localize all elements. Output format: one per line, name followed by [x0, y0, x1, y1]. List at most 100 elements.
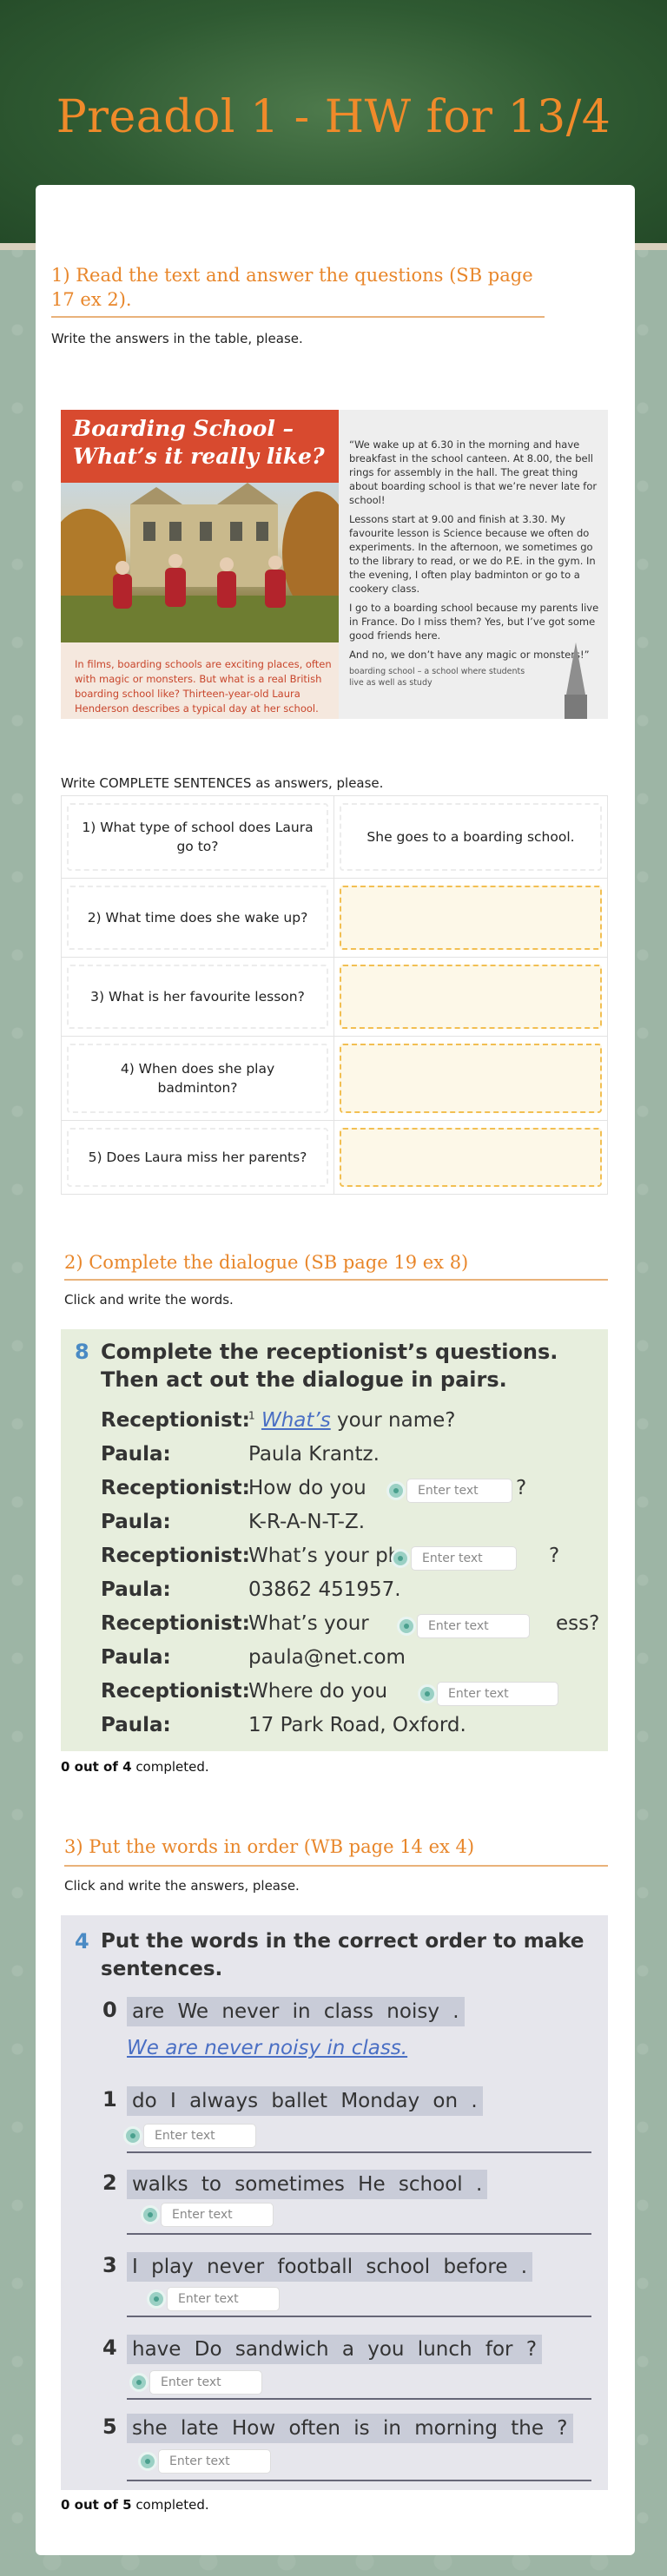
exercise-title-line1: Complete the receptionist’s questions.: [101, 1340, 558, 1364]
speaker-label: Receptionist:: [101, 1680, 250, 1703]
table-row: 3) What is her favourite lesson?: [61, 958, 608, 1037]
speaker-label: Receptionist:: [101, 1477, 250, 1499]
section2-progress: 0 out of 4 completed.: [61, 1759, 209, 1775]
section3-progress: 0 out of 5 completed.: [61, 2497, 209, 2513]
gap-5-input[interactable]: [437, 1682, 558, 1706]
progress-count: 0 out of 5: [61, 2497, 132, 2513]
reading-paragraph: Lessons start at 9.00 and finish at 3.30…: [349, 513, 596, 595]
example-answer: What’s: [261, 1409, 331, 1432]
reading-title-line1: Boarding School –: [73, 416, 294, 441]
exercise-title-line2: Then act out the dialogue in pairs.: [101, 1367, 507, 1392]
exercise-number: 8: [75, 1340, 89, 1364]
question-cell: 2) What time does she wake up?: [67, 886, 328, 950]
answer-1-input[interactable]: [143, 2124, 256, 2148]
answer-5-input[interactable]: [158, 2449, 271, 2474]
dialogue-line: How do you: [248, 1477, 367, 1499]
exercise-title: Put the words in the correct order to ma…: [101, 1927, 584, 1983]
section2-instruction: Click and write the words.: [64, 1292, 234, 1308]
answer-field[interactable]: [340, 886, 602, 950]
progress-suffix: completed.: [135, 1759, 209, 1775]
word-strip: she late How often is in morning the ?: [127, 2414, 573, 2443]
progress-suffix: completed.: [135, 2497, 209, 2513]
gap-marker-icon[interactable]: [123, 2126, 142, 2145]
gap-4-input[interactable]: [417, 1614, 530, 1638]
gap-marker-icon[interactable]: [397, 1617, 416, 1636]
speaker-label: Paula:: [101, 1646, 171, 1669]
word-strip: walks to sometimes He school .: [127, 2170, 488, 2199]
item-number: 2: [102, 2171, 117, 2195]
item-number: 5: [102, 2415, 117, 2439]
reading-caption: In films, boarding schools are exciting …: [75, 658, 332, 715]
answer-3-input[interactable]: [167, 2287, 280, 2311]
gap-marker-icon[interactable]: [138, 2452, 157, 2471]
gap-marker-icon[interactable]: [418, 1684, 437, 1703]
reading-left-panel: Boarding School – What’s it really like?: [61, 410, 339, 719]
table-row: 4) When does she play badminton?: [61, 1037, 608, 1121]
section1-divider: [51, 316, 545, 318]
speaker-label: Receptionist:: [101, 1545, 250, 1567]
answer-field[interactable]: She goes to a boarding school.: [340, 803, 602, 871]
gap-marker-icon[interactable]: [141, 2205, 160, 2224]
table-row: 1) What type of school does Laura go to?…: [61, 796, 608, 879]
answer-4-input[interactable]: [149, 2370, 262, 2395]
answer-table: 1) What type of school does Laura go to?…: [61, 795, 608, 1195]
dialogue-line-end: ?: [549, 1545, 560, 1567]
exercise-title-line1: Put the words in the correct order to ma…: [101, 1930, 584, 1953]
dialogue-line: 17 Park Road, Oxford.: [248, 1714, 466, 1736]
speaker-label: Receptionist:: [101, 1409, 250, 1432]
reading-body: “We wake up at 6.30 in the morning and h…: [349, 438, 601, 667]
reading-paragraph: I go to a boarding school because my par…: [349, 602, 599, 642]
question-cell: 4) When does she play badminton?: [67, 1044, 328, 1113]
gap-marker-icon[interactable]: [386, 1481, 406, 1500]
word-strip: do I always ballet Monday on .: [127, 2086, 483, 2116]
word-strip: I play never football school before .: [127, 2252, 533, 2282]
gap-3-input[interactable]: [411, 1546, 517, 1571]
answer-2-input[interactable]: [161, 2203, 274, 2227]
item-number: 0: [102, 1998, 117, 2022]
section2-heading: 2) Complete the dialogue (SB page 19 ex …: [64, 1252, 469, 1273]
section3-heading: 3) Put the words in order (WB page 14 ex…: [64, 1836, 475, 1857]
section1-heading: 1) Read the text and answer the question…: [51, 265, 533, 310]
dialogue-exercise-image: 8 Complete the receptionist’s questions.…: [61, 1329, 608, 1751]
gap-marker-icon[interactable]: [147, 2289, 166, 2309]
dialogue-line: K-R-A-N-T-Z.: [248, 1511, 366, 1533]
gap-marker-icon[interactable]: [391, 1549, 410, 1568]
dialogue-line: Where do you: [248, 1680, 388, 1703]
speaker-label: Paula:: [101, 1511, 171, 1533]
speaker-label: Paula:: [101, 1443, 171, 1466]
answer-field[interactable]: [340, 1128, 602, 1187]
answer-field[interactable]: [340, 1044, 602, 1113]
item-number: 3: [102, 2253, 117, 2277]
answer-line: [127, 2151, 591, 2153]
answer-line: [127, 2480, 591, 2481]
word-strip: have Do sandwich a you lunch for ?: [127, 2335, 543, 2364]
dialogue-line: Paula Krantz.: [248, 1443, 380, 1466]
dialogue-line: What’s your: [248, 1612, 369, 1635]
section2-divider: [64, 1279, 608, 1281]
gap-marker-icon[interactable]: [129, 2373, 149, 2392]
section1-instruction: Write the answers in the table, please.: [51, 331, 303, 346]
content-card: 1) Read the text and answer the question…: [36, 185, 635, 2555]
exercise-number: 4: [75, 1929, 89, 1953]
word-order-exercise-image: 4 Put the words in the correct order to …: [61, 1915, 608, 2490]
answer-line: [127, 2316, 591, 2317]
question-cell: 3) What is her favourite lesson?: [67, 965, 328, 1029]
question-cell: 1) What type of school does Laura go to?: [67, 803, 328, 871]
church-spire-illustration: [565, 642, 587, 719]
gap-2-input[interactable]: [406, 1479, 512, 1503]
table-row: 5) Does Laura miss her parents?: [61, 1121, 608, 1195]
question-cell: 5) Does Laura miss her parents?: [67, 1128, 328, 1187]
table-instruction: Write COMPLETE SENTENCES as answers, ple…: [61, 775, 384, 791]
speaker-label: Paula:: [101, 1714, 171, 1736]
answer-field[interactable]: [340, 965, 602, 1029]
dialogue-line: What’s your ph: [248, 1545, 401, 1567]
dialogue-line-end: ess?: [556, 1612, 600, 1635]
section3-instruction: Click and write the answers, please.: [64, 1878, 300, 1894]
item-number: 1: [102, 2087, 117, 2112]
table-row: 2) What time does she wake up?: [61, 879, 608, 958]
answer-line: [127, 2233, 591, 2235]
reading-paragraph: “We wake up at 6.30 in the morning and h…: [349, 438, 598, 506]
dialogue-text: your name?: [337, 1409, 456, 1432]
speaker-label: Paula:: [101, 1578, 171, 1601]
speaker-label: Receptionist:: [101, 1612, 250, 1635]
